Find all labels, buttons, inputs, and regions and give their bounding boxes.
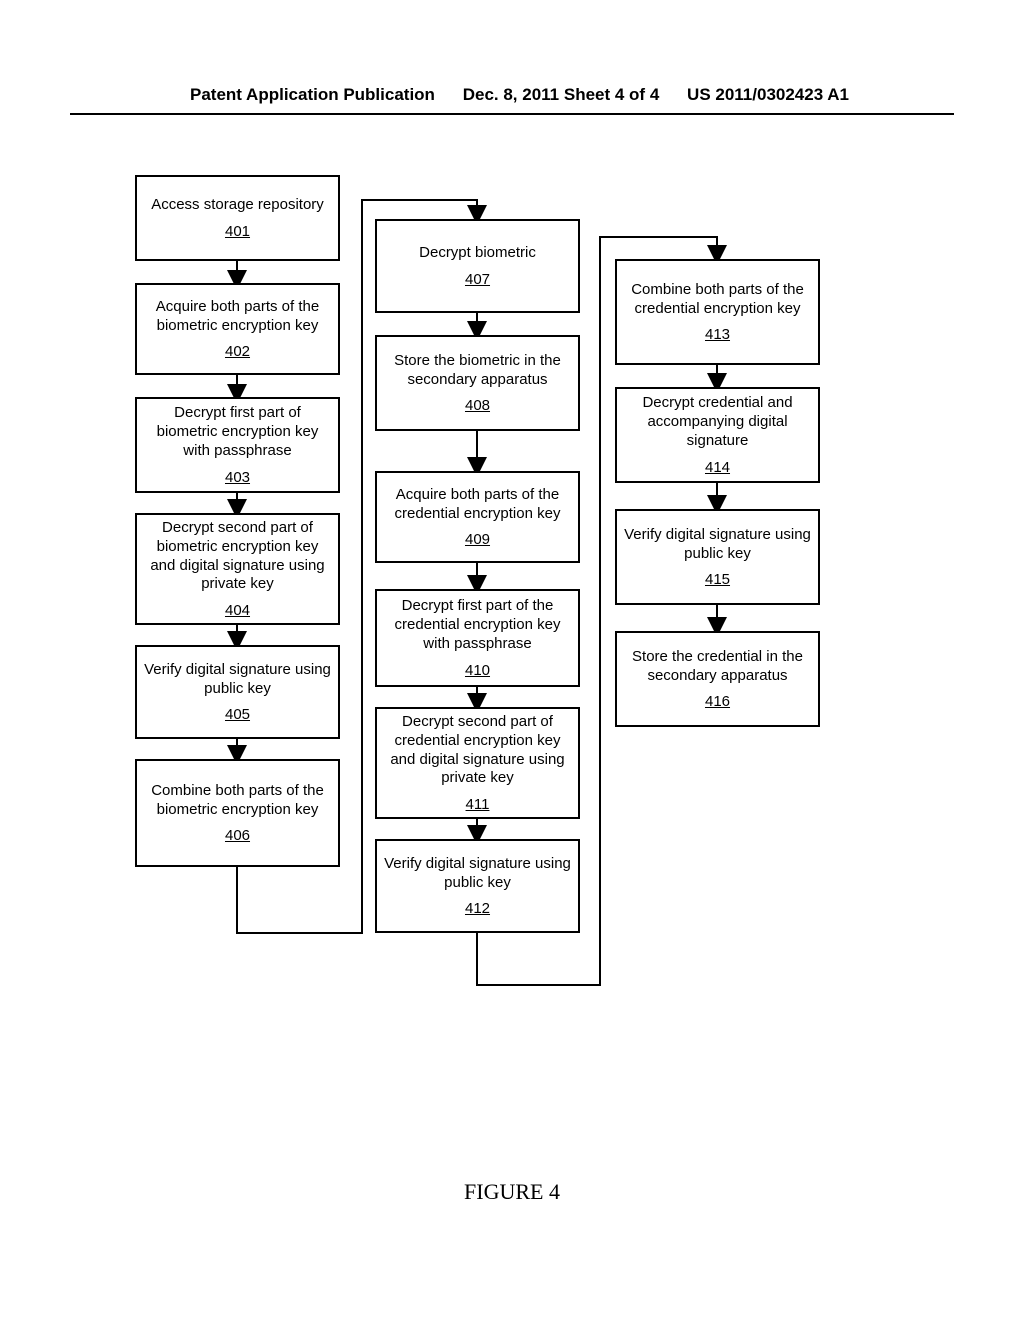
flowchart-box-text: Acquire both parts of the credential enc… bbox=[383, 486, 572, 524]
flowchart-box-401: Access storage repository 401 bbox=[135, 175, 340, 261]
flowchart-box-413: Combine both parts of the credential enc… bbox=[615, 259, 820, 365]
flowchart-box-ref: 407 bbox=[465, 271, 490, 288]
flowchart-box-ref: 404 bbox=[225, 602, 250, 619]
flowchart-box-405: Verify digital signature using public ke… bbox=[135, 645, 340, 739]
flowchart-box-text: Decrypt credential and accompanying digi… bbox=[623, 394, 812, 450]
flowchart-box-text: Verify digital signature using public ke… bbox=[143, 661, 332, 699]
flowchart-box-text: Decrypt first part of biometric encrypti… bbox=[143, 404, 332, 460]
flowchart-box-410: Decrypt first part of the credential enc… bbox=[375, 589, 580, 687]
flowchart-box-409: Acquire both parts of the credential enc… bbox=[375, 471, 580, 563]
flowchart-box-ref: 408 bbox=[465, 397, 490, 414]
flowchart-box-411: Decrypt second part of credential encryp… bbox=[375, 707, 580, 819]
flowchart-box-406: Combine both parts of the biometric encr… bbox=[135, 759, 340, 867]
figure-caption: FIGURE 4 bbox=[0, 1179, 1024, 1205]
flowchart-box-text: Decrypt second part of credential encryp… bbox=[383, 713, 572, 788]
flowchart-box-404: Decrypt second part of biometric encrypt… bbox=[135, 513, 340, 625]
flowchart-box-text: Decrypt first part of the credential enc… bbox=[383, 597, 572, 653]
flowchart-box-ref: 402 bbox=[225, 343, 250, 360]
flowchart-box-text: Decrypt biometric bbox=[419, 244, 536, 263]
flowchart-box-text: Verify digital signature using public ke… bbox=[383, 855, 572, 893]
flowchart-box-ref: 401 bbox=[225, 223, 250, 240]
flowchart-box-416: Store the credential in the secondary ap… bbox=[615, 631, 820, 727]
flowchart-box-408: Store the biometric in the secondary app… bbox=[375, 335, 580, 431]
header-left: Patent Application Publication bbox=[190, 85, 435, 105]
flowchart-box-text: Decrypt second part of biometric encrypt… bbox=[143, 519, 332, 594]
flowchart-box-415: Verify digital signature using public ke… bbox=[615, 509, 820, 605]
flowchart-box-403: Decrypt first part of biometric encrypti… bbox=[135, 397, 340, 493]
flowchart-box-text: Store the biometric in the secondary app… bbox=[383, 352, 572, 390]
flowchart-box-ref: 412 bbox=[465, 900, 490, 917]
flowchart-box-ref: 414 bbox=[705, 459, 730, 476]
flowchart-box-ref: 410 bbox=[465, 662, 490, 679]
header-right: US 2011/0302423 A1 bbox=[687, 85, 849, 105]
flowchart-box-text: Verify digital signature using public ke… bbox=[623, 526, 812, 564]
flowchart-box-ref: 411 bbox=[466, 796, 490, 813]
flowchart-box-402: Acquire both parts of the biometric encr… bbox=[135, 283, 340, 375]
flowchart-box-ref: 413 bbox=[705, 326, 730, 343]
flowchart-box-ref: 403 bbox=[225, 469, 250, 486]
flowchart-box-text: Combine both parts of the biometric encr… bbox=[143, 782, 332, 820]
flowchart-box-ref: 416 bbox=[705, 693, 730, 710]
header-center: Dec. 8, 2011 Sheet 4 of 4 bbox=[463, 85, 660, 105]
flowchart-box-text: Access storage repository bbox=[151, 196, 324, 215]
flowchart-box-ref: 409 bbox=[465, 531, 490, 548]
flowchart-box-414: Decrypt credential and accompanying digi… bbox=[615, 387, 820, 483]
flowchart-box-ref: 405 bbox=[225, 706, 250, 723]
flowchart-box-text: Acquire both parts of the biometric encr… bbox=[143, 298, 332, 336]
flowchart-box-ref: 406 bbox=[225, 827, 250, 844]
flowchart-box-text: Combine both parts of the credential enc… bbox=[623, 281, 812, 319]
flowchart-box-text: Store the credential in the secondary ap… bbox=[623, 648, 812, 686]
flowchart-box-ref: 415 bbox=[705, 571, 730, 588]
flowchart-box-412: Verify digital signature using public ke… bbox=[375, 839, 580, 933]
page-header: Patent Application Publication Dec. 8, 2… bbox=[70, 0, 954, 115]
flowchart-box-407: Decrypt biometric 407 bbox=[375, 219, 580, 313]
flowchart-diagram: Access storage repository 401 Acquire bo… bbox=[0, 175, 1024, 1185]
